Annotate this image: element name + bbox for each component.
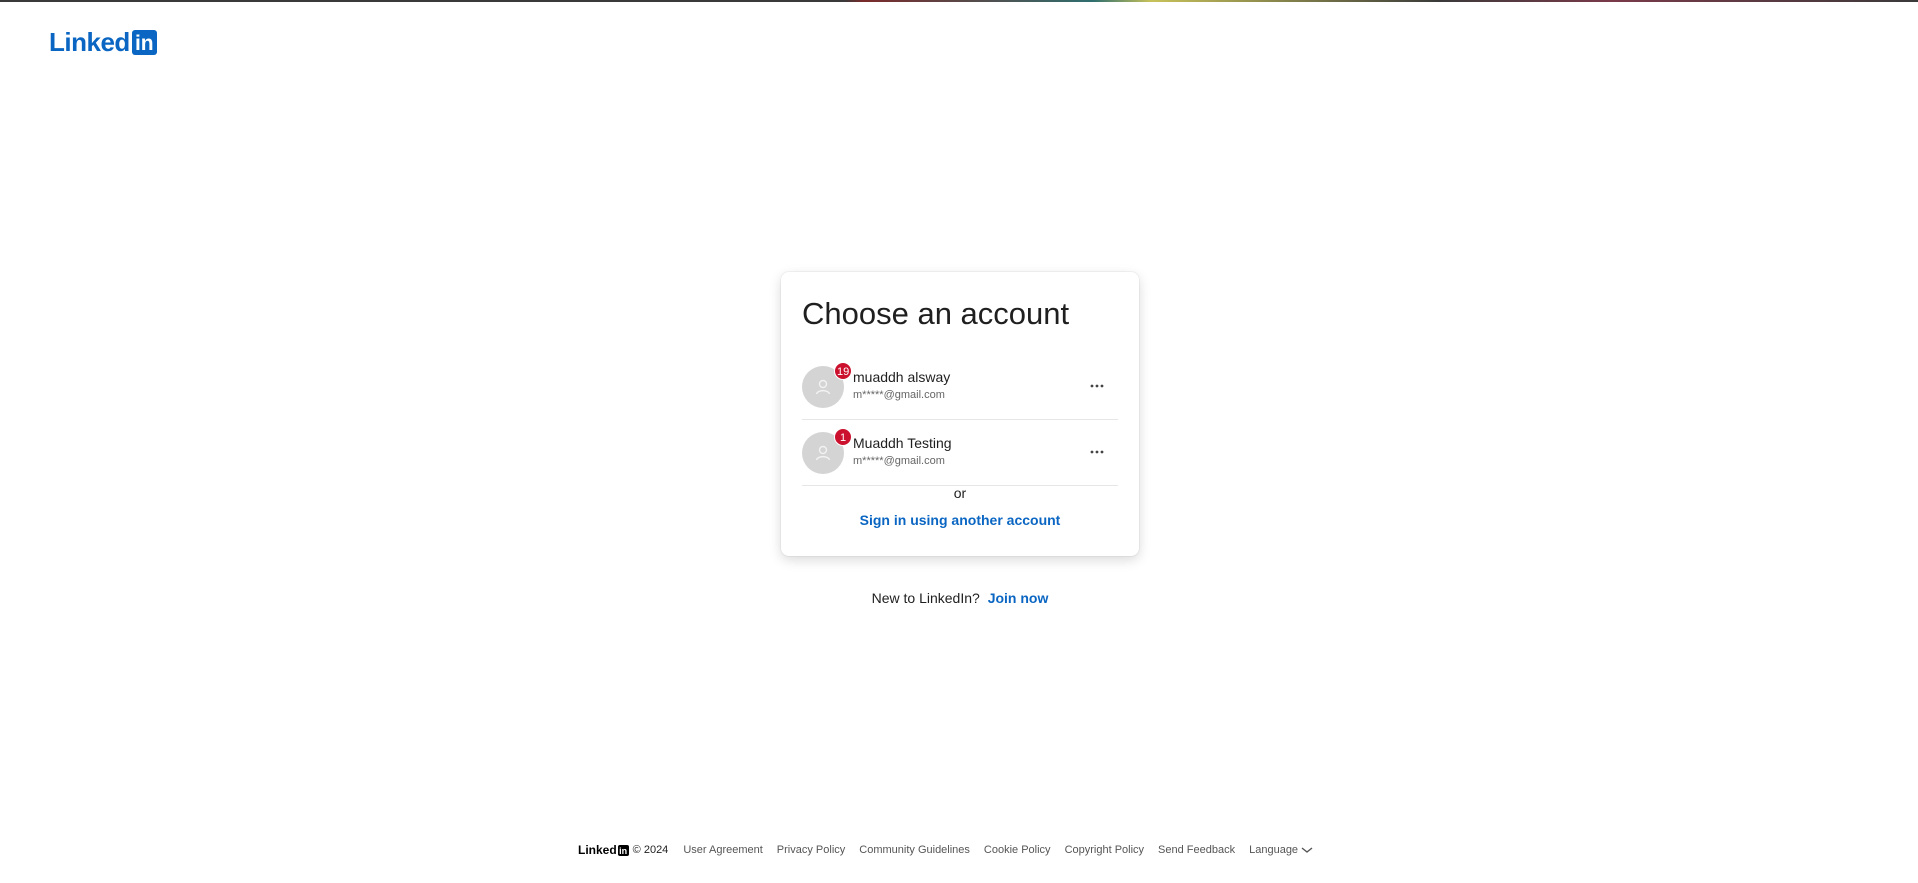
sign-in-another-account-link[interactable]: Sign in using another account (781, 512, 1139, 528)
card-title: Choose an account (802, 296, 1070, 331)
footer-logo-in-box: in (617, 844, 629, 856)
language-selector[interactable]: Language (1249, 844, 1313, 856)
linkedin-logo[interactable]: Linked in (49, 29, 157, 55)
footer-logo-word: Linked (578, 843, 617, 857)
footer-link-privacy-policy[interactable]: Privacy Policy (777, 844, 845, 856)
join-now-link[interactable]: Join now (988, 590, 1049, 606)
notification-badge: 1 (834, 428, 852, 446)
copyright-text: © 2024 (632, 844, 669, 856)
footer-link-copyright-policy[interactable]: Copyright Policy (1065, 844, 1144, 856)
account-name: muaddh alsway (853, 369, 951, 385)
footer-link-user-agreement[interactable]: User Agreement (683, 844, 762, 856)
top-accent-bar (0, 0, 1918, 2)
account-name: Muaddh Testing (853, 435, 952, 451)
footer: Linked in © 2024 User Agreement Privacy … (578, 843, 1313, 857)
footer-logo: Linked in (578, 843, 629, 857)
new-to-linkedin-text: New to LinkedIn? (871, 590, 980, 606)
or-divider-text: or (953, 485, 967, 501)
signup-prompt: New to LinkedIn? Join now (781, 590, 1139, 606)
more-horizontal-icon[interactable] (1084, 376, 1110, 396)
footer-link-send-feedback[interactable]: Send Feedback (1158, 844, 1235, 856)
account-row-2[interactable]: 1 Muaddh Testing m*****@gmail.com (802, 420, 1118, 486)
account-email: m*****@gmail.com (853, 455, 945, 467)
chevron-down-icon (1301, 846, 1313, 854)
account-email: m*****@gmail.com (853, 389, 945, 401)
choose-account-card: Choose an account 19 muaddh alsway m****… (781, 272, 1139, 556)
notification-badge: 19 (834, 362, 853, 380)
more-horizontal-icon[interactable] (1084, 442, 1110, 462)
logo-in-box: in (131, 29, 157, 55)
footer-link-community-guidelines[interactable]: Community Guidelines (859, 844, 970, 856)
language-label: Language (1249, 844, 1299, 856)
account-row-1[interactable]: 19 muaddh alsway m*****@gmail.com (802, 354, 1118, 420)
logo-word: Linked (49, 27, 130, 57)
footer-link-cookie-policy[interactable]: Cookie Policy (984, 844, 1051, 856)
